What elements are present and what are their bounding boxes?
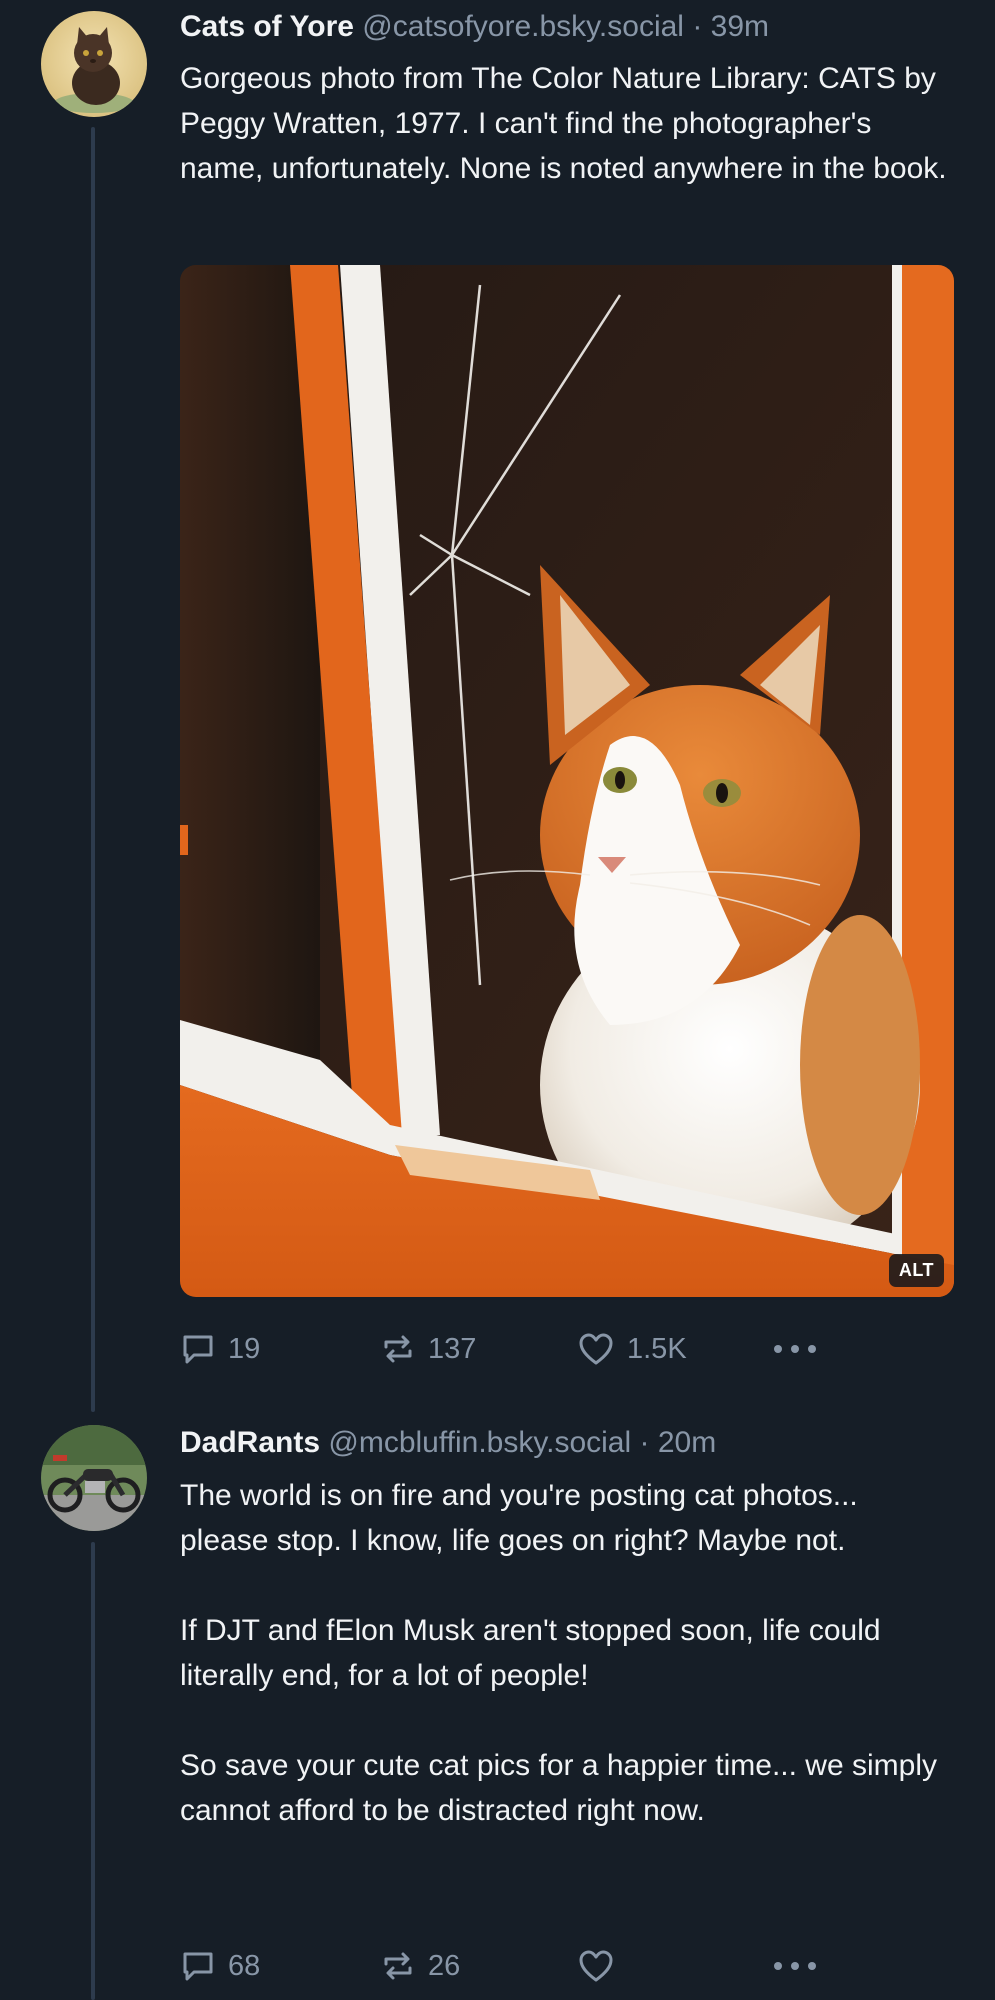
- like-button[interactable]: 1.5K: [577, 1329, 687, 1369]
- motorcycle-avatar-image: [41, 1425, 147, 1531]
- post-paragraph: Gorgeous photo from The Color Nature Lib…: [180, 62, 947, 185]
- post-actions: 19 137 1.5K: [180, 1329, 840, 1369]
- more-options-button[interactable]: [772, 1329, 818, 1369]
- reply-bubble-icon: [180, 1331, 216, 1367]
- heart-icon: [577, 1948, 615, 1984]
- repost-count: 137: [428, 1332, 477, 1365]
- heart-icon: [577, 1331, 615, 1367]
- post-header: DadRants @mcbluffin.bsky.social · 20m: [180, 1424, 716, 1462]
- post-body: Gorgeous photo from The Color Nature Lib…: [180, 56, 950, 191]
- reply-count: 19: [228, 1332, 261, 1365]
- post-header: Cats of Yore @catsofyore.bsky.social · 3…: [180, 8, 769, 46]
- more-options-icon: [772, 1960, 818, 1972]
- repost-arrows-icon: [380, 1331, 416, 1367]
- avatar-dadrants[interactable]: [41, 1425, 147, 1531]
- like-count: 1.5K: [627, 1332, 687, 1365]
- post-time[interactable]: 20m: [658, 1426, 716, 1459]
- post-time[interactable]: 39m: [711, 10, 769, 43]
- reply-count: 68: [228, 1949, 261, 1982]
- reply-button[interactable]: 68: [180, 1946, 260, 1986]
- alt-text-badge[interactable]: ALT: [888, 1254, 944, 1287]
- author-display-name[interactable]: DadRants: [180, 1426, 320, 1459]
- author-handle[interactable]: @catsofyore.bsky.social: [362, 10, 684, 43]
- author-handle[interactable]: @mcbluffin.bsky.social: [328, 1426, 631, 1459]
- post-paragraph: If DJT and fElon Musk aren't stopped soo…: [180, 1614, 881, 1692]
- header-separator: ·: [639, 1426, 650, 1459]
- reply-bubble-icon: [180, 1948, 216, 1984]
- reply-button[interactable]: 19: [180, 1329, 260, 1369]
- repost-count: 26: [428, 1949, 461, 1982]
- post-image[interactable]: ALT: [180, 265, 954, 1297]
- repost-button[interactable]: 137: [380, 1329, 476, 1369]
- like-button[interactable]: [577, 1946, 627, 1986]
- post-paragraph: The world is on fire and you're posting …: [180, 1479, 858, 1557]
- thread-line-2: [91, 1542, 95, 2000]
- post-actions: 68 26: [180, 1946, 840, 1986]
- more-options-icon: [772, 1343, 818, 1355]
- cat-avatar-image: [41, 11, 147, 117]
- header-separator: ·: [692, 10, 703, 43]
- cat-in-window-photo: [180, 265, 954, 1297]
- repost-arrows-icon: [380, 1948, 416, 1984]
- author-display-name[interactable]: Cats of Yore: [180, 10, 354, 43]
- thread-line-1: [91, 127, 95, 1412]
- more-options-button[interactable]: [772, 1946, 818, 1986]
- post-paragraph: So save your cute cat pics for a happier…: [180, 1749, 937, 1827]
- post-body: The world is on fire and you're posting …: [180, 1473, 950, 1833]
- avatar-cats-of-yore[interactable]: [41, 11, 147, 117]
- repost-button[interactable]: 26: [380, 1946, 460, 1986]
